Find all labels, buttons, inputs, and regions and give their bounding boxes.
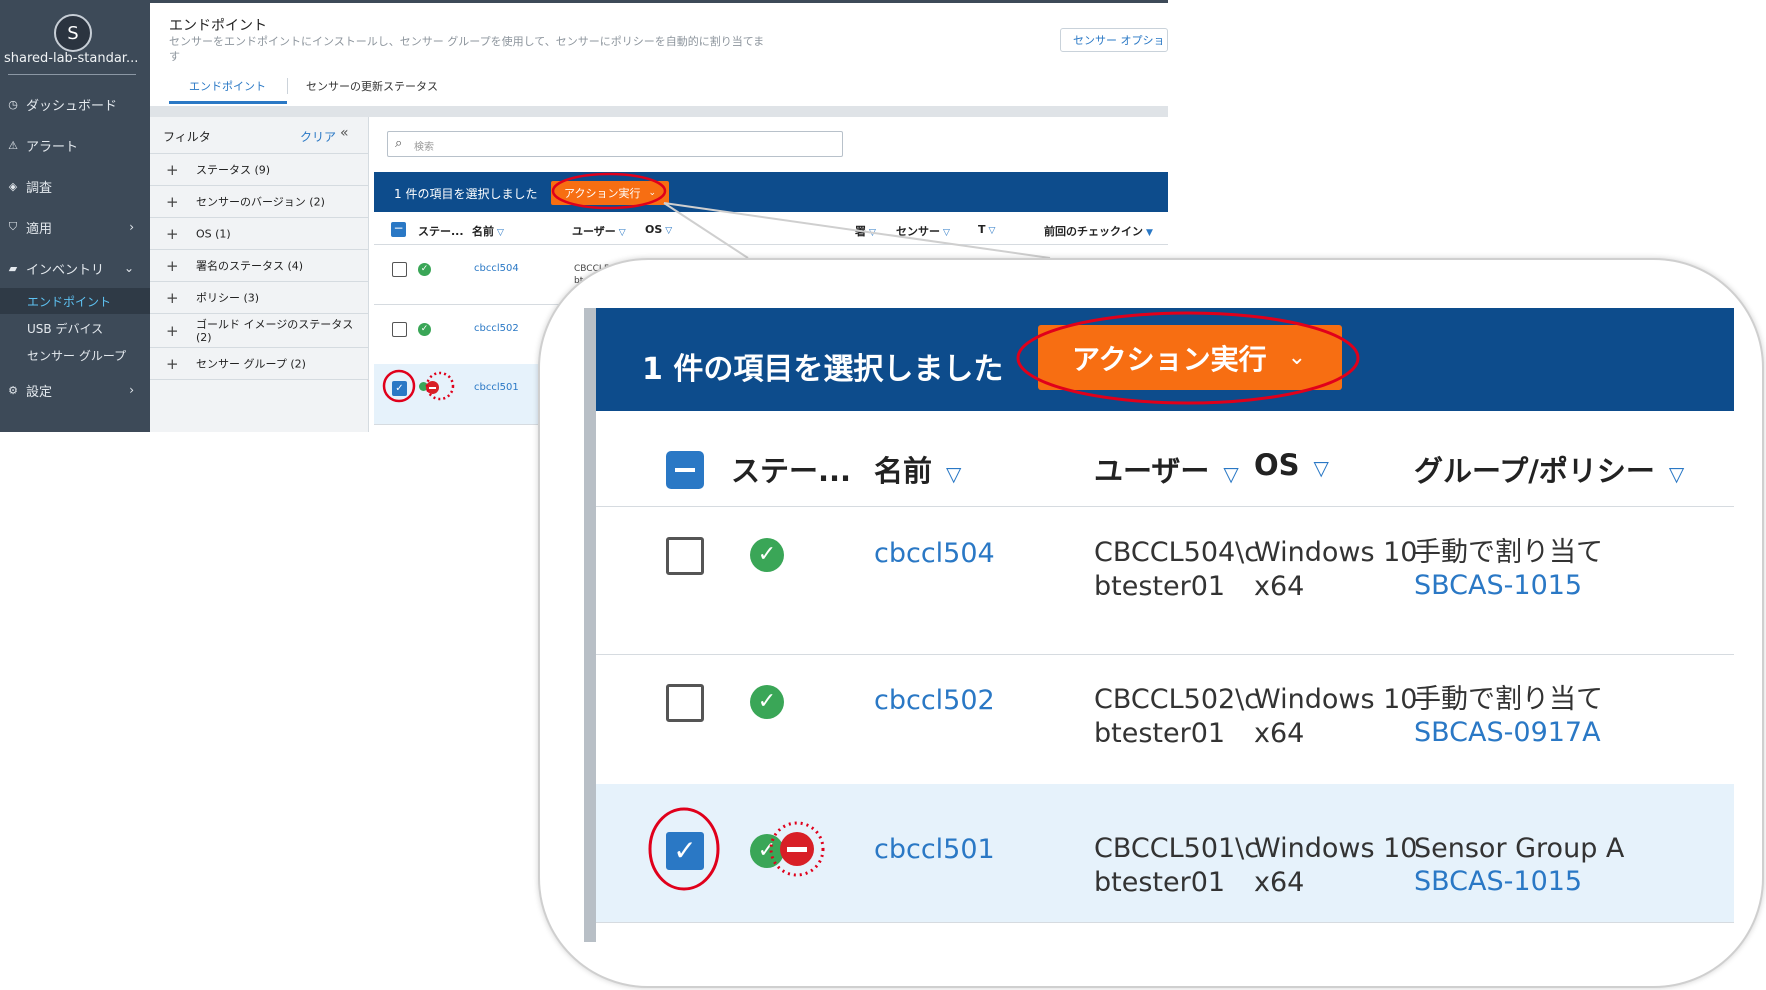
callout-line [663, 202, 749, 259]
callout-line [663, 202, 1051, 259]
highlight-circle-action [551, 172, 667, 210]
highlight-circle-checkbox [382, 369, 416, 403]
highlight-circle-checkbox [648, 807, 720, 891]
highlight-circle-status [425, 371, 455, 401]
highlight-circle-action [1016, 311, 1360, 405]
highlight-circle-status [769, 821, 825, 877]
zoom-content: 1 件の項目を選択しました アクション実行 ⌄ ステー... 名前 ▽ ユーザー ▽… [584, 308, 1734, 942]
zoom-annotation-overlay [648, 311, 1360, 891]
zoom-callout: 1 件の項目を選択しました アクション実行 ⌄ ステー... 名前 ▽ ユーザー ▽… [538, 258, 1764, 988]
